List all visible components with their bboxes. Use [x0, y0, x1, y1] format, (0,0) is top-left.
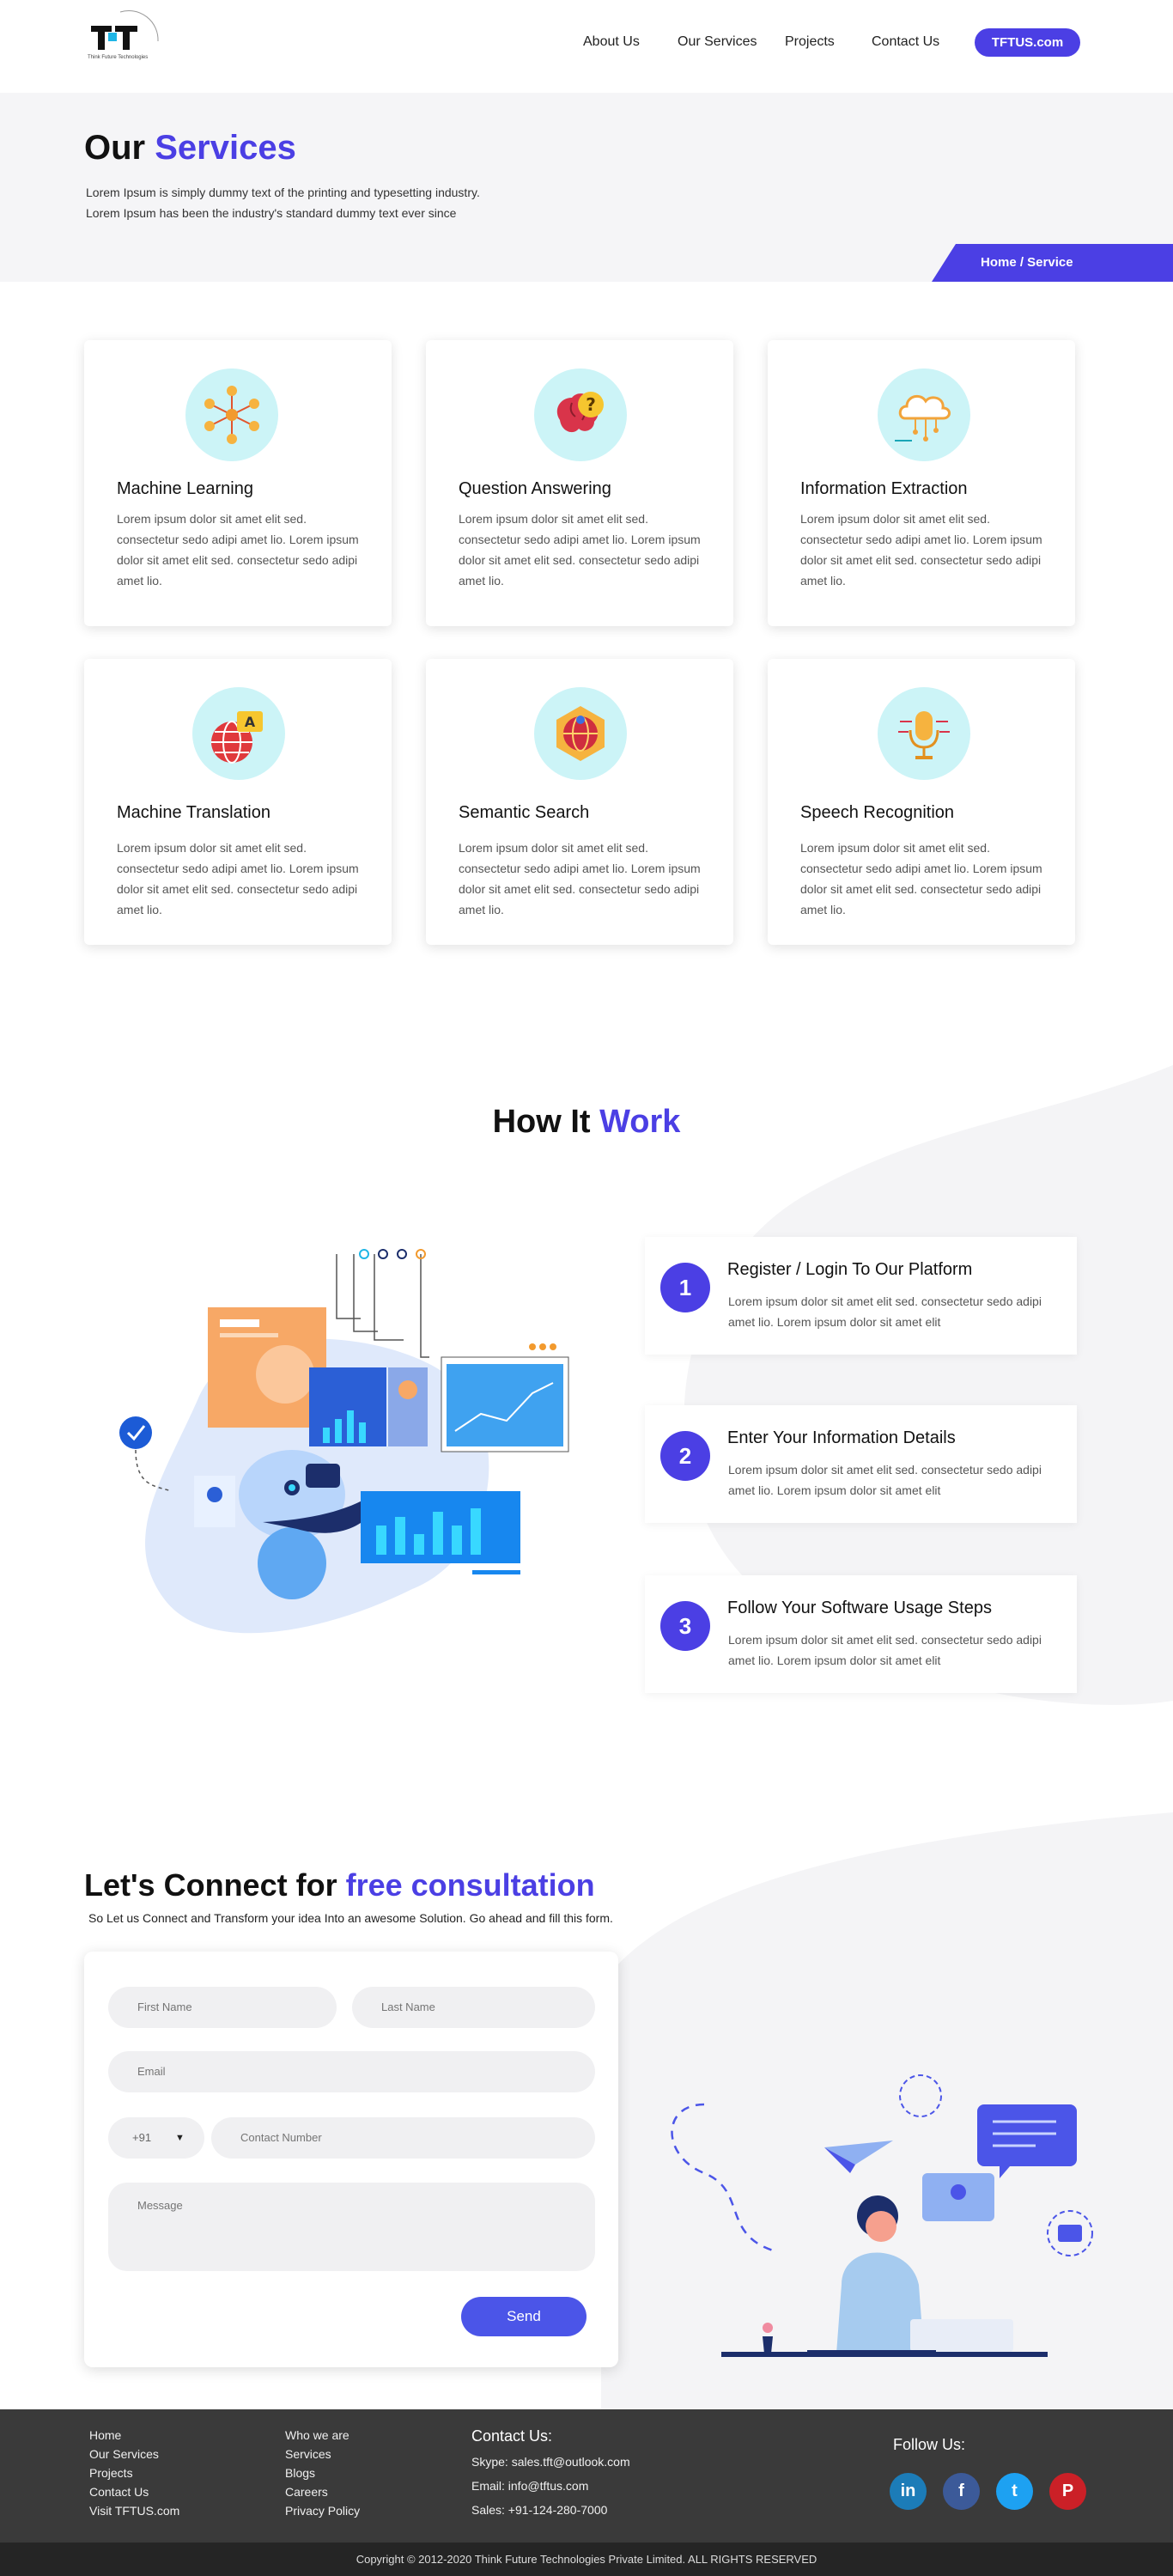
step-card: 1 Register / Login To Our Platform Lorem… [645, 1237, 1077, 1355]
service-description: Lorem ipsum dolor sit amet elit sed. con… [800, 841, 1042, 917]
nav-about-us[interactable]: About Us [583, 34, 640, 50]
connect-title: Let's Connect for free consultation [84, 1867, 595, 1903]
brain-question-icon: ? [534, 368, 627, 461]
service-description: Lorem ipsum dolor sit amet elit sed. con… [459, 841, 701, 917]
svg-text:A: A [245, 714, 256, 730]
logo-tagline: Think Future Technologies [88, 55, 149, 60]
tftus-button[interactable]: TFTUS.com [975, 28, 1080, 57]
breadcrumb[interactable]: Home / Service [932, 244, 1173, 282]
service-title: Information Extraction [800, 479, 968, 498]
step-number: 2 [660, 1431, 710, 1481]
copyright: Copyright © 2012-2020 Think Future Techn… [0, 2543, 1173, 2576]
footer-link-home[interactable]: Home [89, 2426, 179, 2445]
facebook-icon[interactable]: f [943, 2473, 980, 2510]
step-description: Lorem ipsum dolor sit amet elit sed. con… [728, 1294, 1042, 1329]
footer-link-visit-tftus[interactable]: Visit TFTUS.com [89, 2501, 179, 2520]
step-title: Enter Your Information Details [727, 1428, 956, 1447]
service-card-question-answering[interactable]: ? Question Answering Lorem ipsum dolor s… [426, 340, 733, 626]
footer-follow-title: Follow Us: [893, 2436, 966, 2453]
connect-subtitle: So Let us Connect and Transform your ide… [88, 1911, 613, 1925]
footer-link-blogs[interactable]: Blogs [285, 2463, 360, 2482]
step-description: Lorem ipsum dolor sit amet elit sed. con… [728, 1633, 1042, 1667]
step-title: Follow Your Software Usage Steps [727, 1599, 992, 1617]
nav-our-services[interactable]: Our Services [678, 34, 757, 50]
hero-description: Lorem Ipsum is simply dummy text of the … [86, 186, 480, 220]
service-card-machine-translation[interactable]: A Machine Translation Lorem ipsum dolor … [84, 659, 392, 945]
step-description: Lorem ipsum dolor sit amet elit sed. con… [728, 1463, 1042, 1497]
globe-search-icon [534, 687, 627, 780]
service-card-information-extraction[interactable]: Information Extraction Lorem ipsum dolor… [768, 340, 1075, 626]
country-code-select[interactable]: +91 ▼ [108, 2117, 204, 2159]
last-name-field[interactable] [352, 1987, 595, 2028]
footer-link-careers[interactable]: Careers [285, 2482, 360, 2501]
footer-links-primary: Home Our Services Projects Contact Us Vi… [89, 2426, 179, 2520]
step-title: Register / Login To Our Platform [727, 1260, 973, 1279]
cloud-data-icon [878, 368, 970, 461]
step-card: 3 Follow Your Software Usage Steps Lorem… [645, 1575, 1077, 1693]
step-number: 1 [660, 1263, 710, 1312]
service-description: Lorem ipsum dolor sit amet elit sed. con… [117, 512, 359, 588]
twitter-icon[interactable]: t [996, 2473, 1033, 2510]
footer-links-secondary: Who we are Services Blogs Careers Privac… [285, 2426, 360, 2520]
service-description: Lorem ipsum dolor sit amet elit sed. con… [459, 512, 701, 588]
footer-link-contact-us[interactable]: Contact Us [89, 2482, 179, 2501]
service-title: Machine Learning [117, 479, 253, 498]
footer-link-privacy-policy[interactable]: Privacy Policy [285, 2501, 360, 2520]
microphone-icon [878, 687, 970, 780]
footer-contact-title: Contact Us: [471, 2427, 553, 2445]
email-field[interactable] [108, 2051, 595, 2092]
globe-translate-icon: A [192, 687, 285, 780]
nav-projects[interactable]: Projects [785, 34, 835, 50]
contact-number-field[interactable] [211, 2117, 595, 2159]
footer-link-services[interactable]: Services [285, 2445, 360, 2463]
network-icon [185, 368, 278, 461]
service-title: Question Answering [459, 479, 611, 498]
footer-link-our-services[interactable]: Our Services [89, 2445, 179, 2463]
how-it-works-title: How It Work [492, 1104, 681, 1140]
service-title: Speech Recognition [800, 803, 955, 822]
step-number: 3 [660, 1601, 710, 1651]
message-field[interactable] [108, 2183, 595, 2271]
logo[interactable]: Think Future Technologies [86, 7, 160, 69]
service-card-semantic-search[interactable]: Semantic Search Lorem ipsum dolor sit am… [426, 659, 733, 945]
nav-contact-us[interactable]: Contact Us [872, 34, 939, 50]
service-description: Lorem ipsum dolor sit amet elit sed. con… [800, 512, 1042, 588]
svg-text:?: ? [586, 394, 596, 415]
pinterest-icon[interactable]: P [1049, 2473, 1086, 2510]
send-button[interactable]: Send [461, 2297, 586, 2336]
footer-sales-phone: Sales: +91-124-280-7000 [471, 2503, 608, 2517]
linkedin-icon[interactable]: in [890, 2473, 927, 2510]
service-card-machine-learning[interactable]: Machine Learning Lorem ipsum dolor sit a… [84, 340, 392, 626]
footer-link-projects[interactable]: Projects [89, 2463, 179, 2482]
footer-email: Email: info@tftus.com [471, 2479, 589, 2493]
robot-analytics-illustration [119, 1249, 569, 1634]
page-title: Our Services [84, 129, 296, 167]
footer-link-who-we-are[interactable]: Who we are [285, 2426, 360, 2445]
service-card-speech-recognition[interactable]: Speech Recognition Lorem ipsum dolor sit… [768, 659, 1075, 945]
service-title: Semantic Search [459, 803, 590, 822]
first-name-field[interactable] [108, 1987, 337, 2028]
service-title: Machine Translation [117, 803, 270, 822]
chevron-down-icon: ▼ [175, 2133, 185, 2143]
step-card: 2 Enter Your Information Details Lorem i… [645, 1405, 1077, 1523]
service-description: Lorem ipsum dolor sit amet elit sed. con… [117, 841, 359, 917]
customer-support-illustration [671, 2074, 1093, 2357]
footer-skype: Skype: sales.tft@outlook.com [471, 2455, 630, 2469]
